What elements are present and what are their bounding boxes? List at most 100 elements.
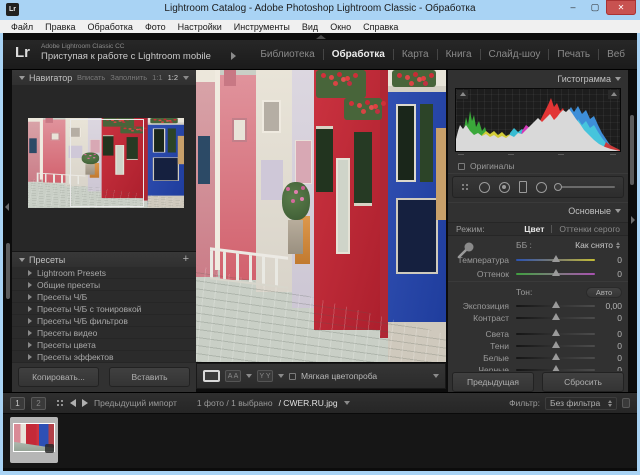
preset-folder[interactable]: Пресеты Ч/Б	[12, 291, 196, 303]
navigator-header[interactable]: Навигатор Вписать Заполнить 1:1 1:2	[12, 70, 196, 85]
tint-slider[interactable]	[516, 273, 595, 275]
nav-zoom-1-1[interactable]: 1:1	[152, 73, 162, 82]
chevron-down-icon	[19, 258, 25, 262]
slider-thumb[interactable]	[552, 255, 560, 262]
preset-folder[interactable]: Пресеты эффектов	[12, 351, 196, 363]
paste-button[interactable]: Вставить	[109, 367, 190, 387]
navigator-preview[interactable]	[12, 85, 196, 252]
preset-folder[interactable]: Общие пресеты	[12, 279, 196, 291]
module-print[interactable]: Печать	[548, 49, 598, 60]
chevron-right-icon	[28, 306, 32, 312]
top-panel-collapse-icon[interactable]	[316, 35, 326, 39]
red-eye-icon[interactable]	[499, 182, 510, 193]
menu-help[interactable]: Справка	[357, 22, 404, 32]
right-panel-collapse-icon[interactable]	[631, 216, 635, 224]
right-panel-scrollbar[interactable]	[630, 115, 634, 185]
basic-title: Основные	[568, 206, 611, 216]
filename[interactable]: / CWER.RU.jpg	[279, 398, 338, 408]
slider-thumb[interactable]	[552, 329, 560, 336]
auto-tone-button[interactable]: Авто	[586, 287, 622, 298]
chevron-right-icon	[28, 342, 32, 348]
shadows-slider[interactable]	[516, 345, 595, 347]
nav-zoom-fit[interactable]: Вписать	[77, 73, 105, 82]
presets-header[interactable]: Пресеты +	[12, 252, 196, 267]
filter-dropdown[interactable]: Без фильтра	[545, 397, 617, 410]
slider-thumb[interactable]	[552, 341, 560, 348]
menu-photo[interactable]: Фото	[139, 22, 172, 32]
radial-filter-icon[interactable]	[536, 182, 547, 193]
module-book[interactable]: Книга	[437, 49, 480, 60]
spot-removal-icon[interactable]	[479, 182, 490, 193]
slider-thumb[interactable]	[552, 301, 560, 308]
navigator-view-rect[interactable]	[70, 119, 144, 207]
split-view-caret-icon[interactable]	[278, 374, 284, 378]
filename-caret-icon[interactable]	[344, 401, 350, 405]
left-panel-collapse-icon[interactable]	[5, 203, 9, 211]
menu-tools[interactable]: Инструменты	[228, 22, 296, 32]
brush-knob-icon[interactable]	[554, 183, 562, 191]
source-label[interactable]: Предыдущий импорт	[94, 398, 177, 408]
module-map[interactable]: Карта	[393, 49, 437, 60]
originals-checkbox[interactable]	[458, 163, 465, 170]
mode-grayscale-option[interactable]: Оттенки серого	[559, 224, 620, 234]
second-window-button[interactable]: 2	[31, 397, 46, 410]
filmstrip-thumbnail-selected[interactable]	[10, 417, 58, 463]
preset-folder[interactable]: Пресеты Ч/Б фильтров	[12, 315, 196, 327]
split-view-icon[interactable]: Y Y	[257, 370, 273, 382]
histogram[interactable]	[455, 88, 621, 152]
graduated-filter-icon[interactable]	[519, 181, 527, 193]
menu-develop[interactable]: Обработка	[82, 22, 139, 32]
menu-file[interactable]: Файл	[5, 22, 39, 32]
main-window-button[interactable]: 1	[10, 397, 25, 410]
nav-zoom-fill[interactable]: Заполнить	[110, 73, 147, 82]
next-photo-icon[interactable]	[82, 399, 88, 407]
basic-panel-header[interactable]: Основные	[568, 206, 621, 216]
exposure-slider[interactable]	[516, 305, 595, 307]
module-develop[interactable]: Обработка	[323, 49, 393, 60]
add-preset-button[interactable]: +	[183, 255, 189, 264]
preset-folder[interactable]: Пресеты Ч/Б с тонировкой	[12, 303, 196, 315]
highlights-slider[interactable]	[516, 333, 595, 335]
preset-folder[interactable]: Lightroom Presets	[12, 267, 196, 279]
preset-folder[interactable]: Пресеты видео	[12, 327, 196, 339]
menu-window[interactable]: Окно	[324, 22, 357, 32]
previous-photo-icon[interactable]	[70, 399, 76, 407]
filter-switch-icon[interactable]	[622, 398, 630, 408]
menu-settings[interactable]: Настройки	[172, 22, 228, 32]
module-library[interactable]: Библиотека	[252, 49, 322, 60]
reset-button[interactable]: Сбросить	[542, 372, 624, 392]
loupe-view-icon[interactable]	[203, 370, 220, 382]
before-after-caret-icon[interactable]	[246, 374, 252, 378]
right-panel: Гистограмма Оригиналы	[448, 70, 628, 392]
minimize-button[interactable]: –	[562, 0, 584, 15]
temperature-slider[interactable]	[516, 259, 595, 261]
slider-thumb[interactable]	[552, 269, 560, 276]
mode-color-option[interactable]: Цвет	[524, 224, 544, 234]
preset-folder[interactable]: Пресеты цвета	[12, 339, 196, 351]
nav-zoom-1-2[interactable]: 1:2	[168, 73, 178, 82]
nav-zoom-caret-icon[interactable]	[183, 76, 189, 80]
contrast-slider[interactable]	[516, 317, 595, 319]
main-image-area[interactable]	[196, 70, 446, 362]
whites-slider[interactable]	[516, 357, 595, 359]
wb-preset-dropdown[interactable]: Как снято	[575, 240, 620, 250]
slider-thumb[interactable]	[552, 313, 560, 320]
close-button[interactable]: ✕	[606, 0, 636, 15]
grid-view-icon[interactable]	[56, 399, 64, 407]
soft-proof-checkbox[interactable]	[289, 373, 296, 380]
previous-button[interactable]: Предыдущая	[452, 372, 534, 392]
adjustment-brush-slider[interactable]	[556, 186, 615, 188]
slider-thumb[interactable]	[552, 353, 560, 360]
histogram-header[interactable]: Гистограмма	[557, 74, 621, 84]
menu-edit[interactable]: Правка	[39, 22, 81, 32]
copy-button[interactable]: Копировать...	[18, 367, 99, 387]
crop-tool-icon[interactable]	[461, 183, 470, 192]
left-panel-scrollbar[interactable]	[6, 243, 10, 299]
before-after-icon[interactable]: A A	[225, 370, 241, 382]
menu-view[interactable]: Вид	[296, 22, 324, 32]
maximize-button[interactable]: ▢	[584, 0, 606, 15]
identity-play-icon[interactable]	[231, 52, 236, 60]
module-web[interactable]: Веб	[598, 49, 633, 60]
module-slideshow[interactable]: Слайд-шоу	[480, 49, 549, 60]
toolbar-options-caret-icon[interactable]	[433, 374, 439, 378]
